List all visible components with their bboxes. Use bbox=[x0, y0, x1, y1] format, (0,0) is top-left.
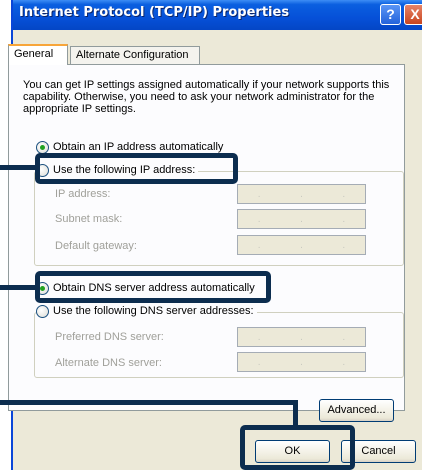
alternate-dns-label: Alternate DNS server: bbox=[55, 357, 162, 369]
octet-dot: . bbox=[257, 239, 261, 251]
use-following-dns-radio[interactable]: Use the following DNS server addresses: bbox=[36, 303, 257, 319]
preferred-dns-input[interactable]: ... bbox=[237, 327, 366, 347]
preferred-dns-label: Preferred DNS server: bbox=[55, 331, 164, 343]
ip-address-label: IP address: bbox=[55, 188, 111, 200]
help-button[interactable]: ? bbox=[380, 4, 401, 25]
octet-dot: . bbox=[342, 239, 346, 251]
callout-box-dns bbox=[35, 271, 271, 303]
description-text: You can get IP settings assigned automat… bbox=[23, 79, 390, 115]
octet-dot: . bbox=[257, 213, 261, 225]
octet-dot: . bbox=[257, 331, 261, 343]
alternate-dns-input[interactable]: ... bbox=[237, 352, 366, 372]
octet-dot: . bbox=[342, 331, 346, 343]
title-bar[interactable]: Internet Protocol (TCP/IP) Properties ? … bbox=[13, 0, 422, 30]
radio-checked-icon bbox=[36, 140, 49, 154]
octet-dot: . bbox=[300, 331, 303, 343]
tab-general[interactable]: General bbox=[8, 44, 68, 65]
close-button[interactable]: X bbox=[404, 4, 422, 25]
octet-dot: . bbox=[300, 188, 303, 200]
use-following-dns-label: Use the following DNS server addresses: bbox=[53, 305, 254, 317]
default-gateway-input[interactable]: ... bbox=[237, 235, 366, 255]
octet-dot: . bbox=[300, 213, 303, 225]
callout-line-ok-vertical bbox=[293, 400, 298, 427]
callout-box-ok bbox=[240, 425, 355, 470]
radio-unchecked-icon bbox=[36, 304, 49, 318]
close-icon: X bbox=[410, 6, 420, 22]
default-gateway-label: Default gateway: bbox=[55, 240, 137, 252]
callout-line-dns bbox=[0, 285, 36, 290]
octet-dot: . bbox=[257, 356, 261, 368]
octet-dot: . bbox=[342, 188, 346, 200]
subnet-mask-label: Subnet mask: bbox=[55, 213, 123, 225]
callout-box-use-ip bbox=[35, 153, 238, 184]
octet-dot: . bbox=[342, 356, 346, 368]
tab-alternate-configuration[interactable]: Alternate Configuration bbox=[70, 46, 200, 64]
octet-dot: . bbox=[300, 356, 303, 368]
octet-dot: . bbox=[342, 213, 346, 225]
ip-address-input[interactable]: ... bbox=[237, 184, 366, 204]
window-title: Internet Protocol (TCP/IP) Properties bbox=[19, 5, 290, 20]
advanced-button[interactable]: Advanced... bbox=[319, 399, 394, 422]
help-icon: ? bbox=[386, 6, 395, 22]
callout-line-ok-horizontal bbox=[0, 400, 298, 405]
obtain-ip-auto-label: Obtain an IP address automatically bbox=[53, 141, 224, 153]
octet-dot: . bbox=[300, 239, 303, 251]
subnet-mask-input[interactable]: ... bbox=[237, 209, 366, 229]
octet-dot: . bbox=[257, 188, 261, 200]
callout-line-use-ip bbox=[0, 165, 36, 170]
